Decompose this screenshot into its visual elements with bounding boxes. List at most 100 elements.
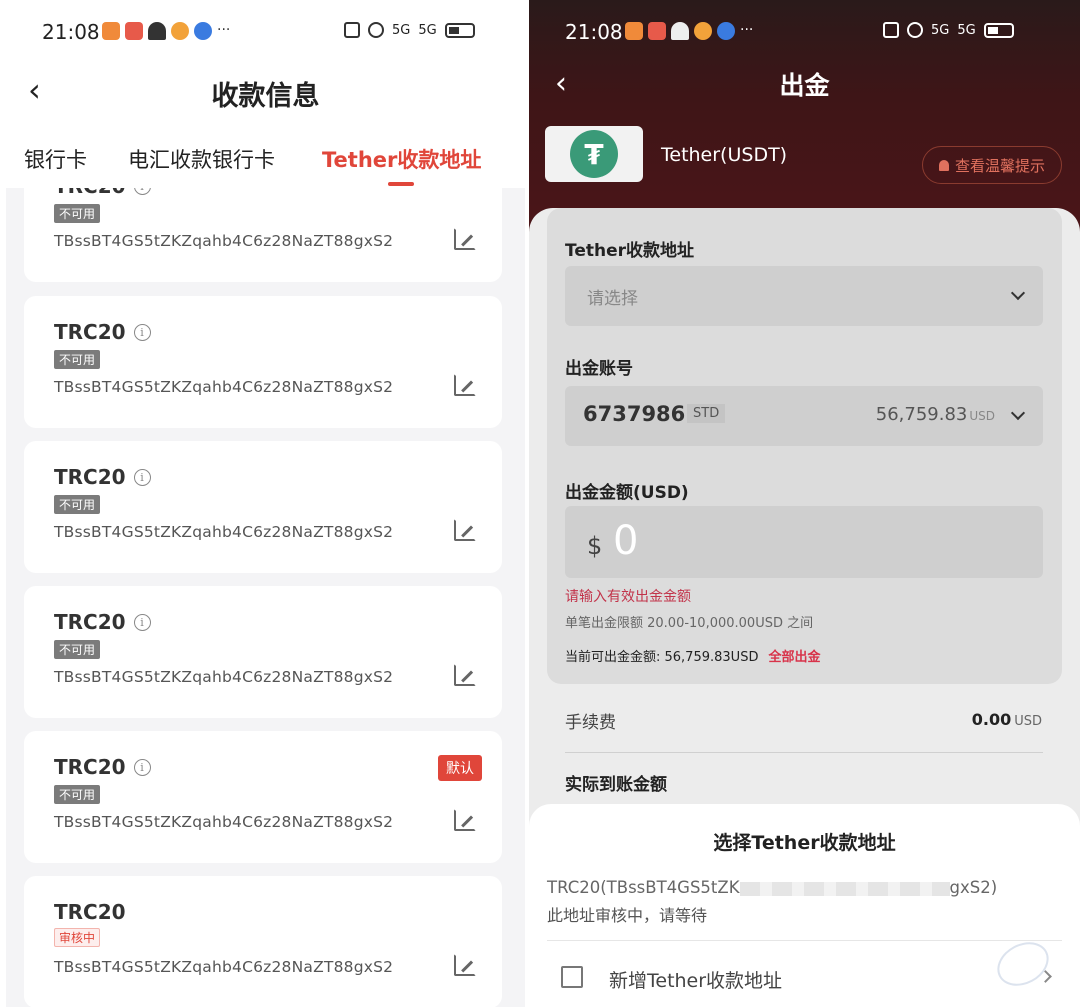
alarm-icon: [368, 22, 384, 38]
app-notification-icon: [694, 22, 712, 40]
account-balance: 56,759.83 USD: [875, 404, 995, 425]
page-title: 出金: [779, 71, 830, 100]
fee-value: 0.00 USD: [971, 710, 1042, 729]
address-card[interactable]: TRC20i 不可用 TBssBT4GS5tZKZqahb4C6z28NaZT8…: [24, 296, 502, 428]
edit-icon[interactable]: [454, 664, 476, 686]
divider: [547, 940, 1062, 941]
account-type-badge: STD: [687, 404, 726, 423]
withdraw-screen: 21:08 ··· 5G 5G ‹ 出金 ₮ Tether(USDT) 查看温馨…: [529, 0, 1080, 1007]
address-review-status: 此地址审核中，请等待: [547, 906, 708, 925]
withdraw-all-button[interactable]: 全部出金: [768, 650, 820, 665]
info-icon[interactable]: i: [133, 323, 151, 341]
redacted-address: [739, 881, 950, 896]
coin-logo: ₮: [545, 126, 643, 182]
payment-info-screen: 21:08 ··· 5G 5G ‹ 收款信息 银行卡 电汇收款银行卡 Tethe…: [6, 0, 525, 1007]
active-tab-indicator: [388, 182, 414, 186]
address-picker-sheet: 选择Tether收款地址 TRC20(TBssBT4GS5tZK gxS2) 此地…: [529, 804, 1080, 1007]
edit-icon[interactable]: [454, 228, 476, 250]
withdraw-form: Tether收款地址 请选择 出金账号 6737986 STD 56,759.8…: [547, 208, 1062, 684]
tab-tether-address[interactable]: Tether收款地址: [322, 144, 481, 174]
status-badge: 不可用: [54, 785, 101, 804]
status-badge: 不可用: [54, 640, 101, 659]
status-badge: 不可用: [54, 350, 101, 369]
card-network: TRC20i: [54, 320, 151, 344]
status-badge: 不可用: [54, 204, 101, 223]
card-network: TRC20: [54, 900, 126, 924]
chevron-down-icon: [1010, 285, 1026, 301]
card-network: TRC20i: [54, 610, 151, 634]
status-time: 21:08: [565, 20, 623, 44]
available-amount: 当前可出金金额: 56,759.83USD 全部出金: [565, 650, 821, 665]
notification-icons: ···: [625, 22, 753, 40]
address-label: Tether收款地址: [565, 241, 695, 261]
withdraw-limit: 单笔出金限额 20.00-10,000.00USD 之间: [565, 616, 814, 631]
battery-icon: [444, 22, 475, 38]
more-notifications: ···: [740, 22, 754, 38]
tab-bar-cover: 银行卡 电汇收款银行卡 Tether收款地址: [6, 124, 525, 188]
address-card[interactable]: TRC20i 不可用 TBssBT4GS5tZKZqahb4C6z28NaZT8…: [24, 441, 502, 573]
amount-input[interactable]: $ 0: [565, 506, 1043, 578]
wallet-address: TBssBT4GS5tZKZqahb4C6z28NaZT88gxS2: [54, 958, 394, 976]
edit-icon[interactable]: [454, 519, 476, 541]
add-address-button[interactable]: 新增Tether收款地址: [609, 966, 782, 993]
add-address-icon: [561, 966, 583, 988]
view-tips-label: 查看温馨提示: [954, 156, 1045, 175]
address-placeholder: 请选择: [587, 289, 638, 309]
currency-symbol: $: [587, 532, 603, 560]
sheet-title: 选择Tether收款地址: [713, 832, 896, 854]
edit-icon[interactable]: [454, 374, 476, 396]
battery-icon: [983, 22, 1014, 38]
wallet-address: TBssBT4GS5tZKZqahb4C6z28NaZT88gxS2: [54, 668, 394, 686]
info-icon[interactable]: i: [133, 613, 151, 631]
divider: [565, 752, 1043, 753]
notification-icons: ···: [102, 22, 230, 40]
app-notification-icon: [625, 22, 643, 40]
signal-icon: 5G: [392, 22, 411, 38]
edit-icon[interactable]: [454, 954, 476, 976]
view-tips-button[interactable]: 查看温馨提示: [921, 146, 1062, 184]
amount-value: 0: [613, 518, 639, 564]
bell-icon: [148, 22, 166, 40]
card-network: TRC20i: [54, 755, 151, 779]
default-badge: 默认: [438, 755, 482, 781]
nfc-icon: [883, 22, 899, 38]
app-notification-icon: [194, 22, 212, 40]
bell-icon: [671, 22, 689, 40]
more-notifications: ···: [217, 22, 231, 38]
chevron-down-icon: [1010, 405, 1026, 421]
wallet-address: TBssBT4GS5tZKZqahb4C6z28NaZT88gxS2: [54, 232, 394, 250]
app-notification-icon: [171, 22, 189, 40]
amount-label: 出金金额(USD): [565, 483, 689, 503]
address-card[interactable]: TRC20 审核中 TBssBT4GS5tZKZqahb4C6z28NaZT88…: [24, 876, 502, 1007]
nfc-icon: [344, 22, 360, 38]
status-right: 5G 5G: [344, 22, 475, 38]
info-icon[interactable]: i: [133, 468, 151, 486]
status-bar: 21:08 ··· 5G 5G: [6, 0, 525, 64]
page-title: 收款信息: [211, 81, 320, 112]
coin-name: Tether(USDT): [661, 144, 788, 166]
amount-error: 请输入有效出金金额: [565, 589, 691, 605]
watermark-stamp: [989, 933, 1057, 995]
tab-bank-card[interactable]: 银行卡: [24, 144, 87, 174]
address-option[interactable]: TRC20(TBssBT4GS5tZK gxS2): [547, 878, 997, 897]
tab-wire-bank-card[interactable]: 电汇收款银行卡: [128, 144, 275, 174]
edit-icon[interactable]: [454, 809, 476, 831]
wallet-address: TBssBT4GS5tZKZqahb4C6z28NaZT88gxS2: [54, 523, 394, 541]
address-card-default[interactable]: TRC20 i 默认 不可用 TBssBT4GS5tZKZqahb4C6z28Na…: [24, 731, 502, 863]
status-badge: 不可用: [54, 495, 101, 514]
status-right: 5G 5G: [883, 22, 1014, 38]
app-notification-icon: [125, 22, 143, 40]
account-number: 6737986: [583, 402, 686, 426]
address-select[interactable]: 请选择: [565, 266, 1043, 326]
account-select[interactable]: 6737986 STD 56,759.83 USD: [565, 386, 1043, 446]
address-card[interactable]: TRC20i 不可用 TBssBT4GS5tZKZqahb4C6z28NaZT8…: [24, 586, 502, 718]
account-label: 出金账号: [565, 359, 633, 379]
wallet-address: TBssBT4GS5tZKZqahb4C6z28NaZT88gxS2: [54, 813, 394, 831]
info-icon[interactable]: i: [133, 758, 151, 776]
signal-icon: 5G: [931, 22, 950, 38]
app-notification-icon: [102, 22, 120, 40]
card-network: TRC20i: [54, 465, 151, 489]
tether-icon: ₮: [570, 130, 618, 178]
bell-icon: [938, 159, 949, 171]
signal-icon: 5G: [418, 22, 437, 38]
